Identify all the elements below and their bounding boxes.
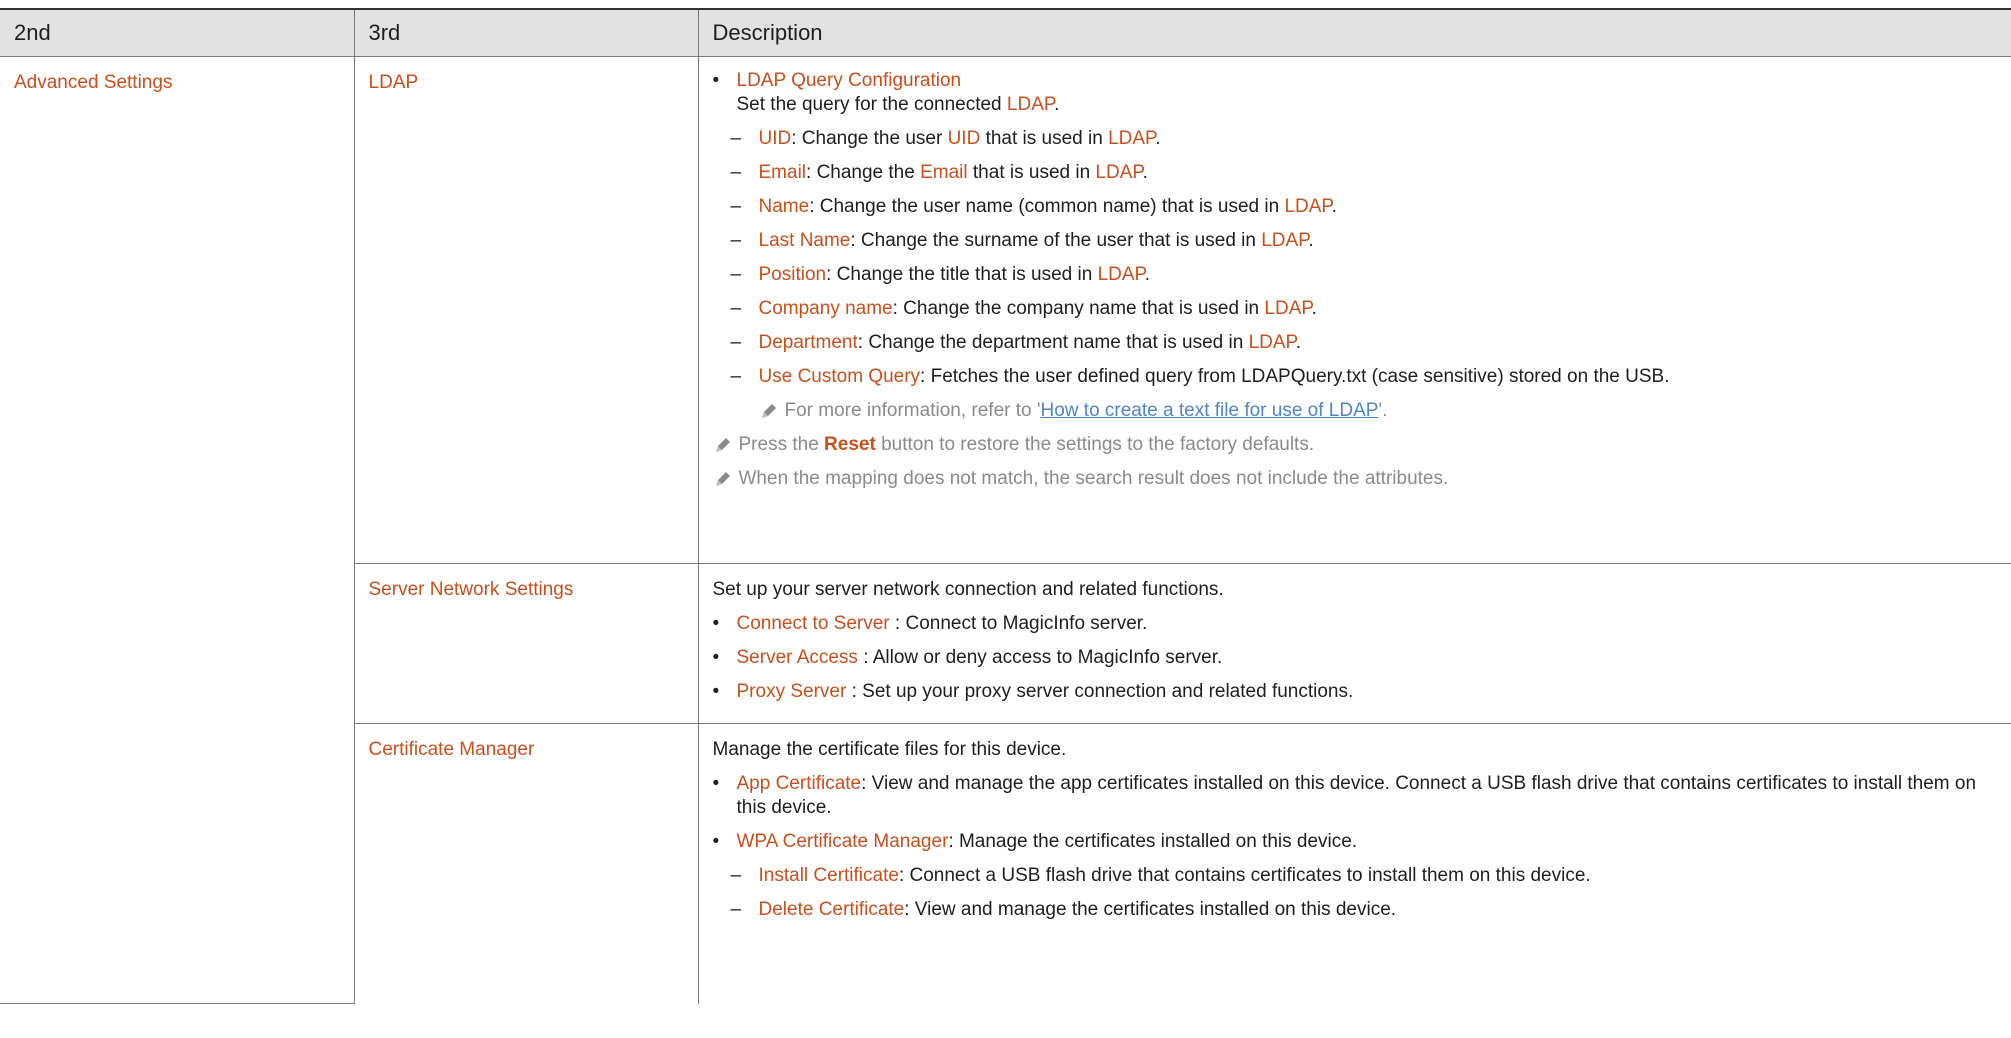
certificate-description: Manage the certificate files for this de… [697, 723, 2011, 1004]
cell-server-network-settings: Server Network Settings [354, 563, 699, 724]
settings-table: 2nd 3rd Description Advanced Settings LD… [0, 8, 2011, 1004]
list-item: – Department: Change the department name… [730, 332, 1302, 353]
certificate-intro: Manage the certificate files for this de… [712, 739, 1067, 760]
list-item: – Last Name: Change the surname of the u… [730, 230, 1314, 251]
ldap-description: • LDAP Query Configuration Set the query… [697, 56, 2011, 564]
table-row-ldap: Advanced Settings LDAP • LDAP Query Conf… [0, 56, 2011, 1004]
pencil-note-icon [713, 467, 739, 491]
list-item: – Delete Certificate: View and manage th… [730, 899, 1397, 920]
server-intro: Set up your server network connection an… [712, 579, 1224, 600]
list-item: – Company name: Change the company name … [730, 298, 1317, 319]
pencil-note-icon [713, 433, 739, 457]
mapping-note: When the mapping does not match, the sea… [707, 467, 2004, 491]
list-item: • Connect to Server : Connect to MagicIn… [712, 613, 1148, 634]
header-2nd: 2nd [0, 8, 355, 57]
ldap-label: LDAP [368, 72, 419, 93]
cell-certificate-manager: Certificate Manager [354, 723, 699, 1004]
ldap-query-title: LDAP Query Configuration [736, 70, 962, 91]
list-item: • LDAP Query Configuration Set the query… [707, 69, 2004, 117]
bullet: • [712, 70, 720, 91]
list-item: • App Certificate: View and manage the a… [712, 773, 1977, 818]
table-header-row: 2nd 3rd Description [0, 8, 2011, 57]
header-description: Description [697, 8, 2011, 57]
list-item: • WPA Certificate Manager: Manage the ce… [712, 831, 1358, 852]
list-item: • Proxy Server : Set up your proxy serve… [712, 681, 1354, 702]
list-item: – Position: Change the title that is use… [730, 264, 1151, 285]
list-item: – UID: Change the user UID that is used … [730, 128, 1161, 149]
list-item: – Email: Change the Email that is used i… [730, 162, 1148, 183]
cell-advanced-settings: Advanced Settings [0, 56, 355, 1004]
certificate-manager-label: Certificate Manager [368, 739, 535, 760]
list-item: • Server Access : Allow or deny access t… [712, 647, 1223, 668]
list-item: – Use Custom Query: Fetches the user def… [730, 366, 1670, 387]
server-network-settings-label: Server Network Settings [368, 579, 574, 600]
list-item: – Install Certificate: Connect a USB fla… [730, 865, 1591, 886]
advanced-settings-label: Advanced Settings [14, 72, 173, 93]
ldap-text-file-link[interactable]: How to create a text file for use of LDA… [1041, 400, 1379, 421]
header-3rd: 3rd [353, 8, 699, 57]
info-note: For more information, refer to 'How to c… [707, 399, 2004, 423]
cell-ldap: LDAP [353, 56, 699, 564]
server-description: Set up your server network connection an… [697, 563, 2011, 724]
list-item: – Name: Change the user name (common nam… [730, 196, 1337, 217]
reset-note: Press the Reset button to restore the se… [707, 433, 2004, 457]
pencil-note-icon [759, 399, 785, 423]
